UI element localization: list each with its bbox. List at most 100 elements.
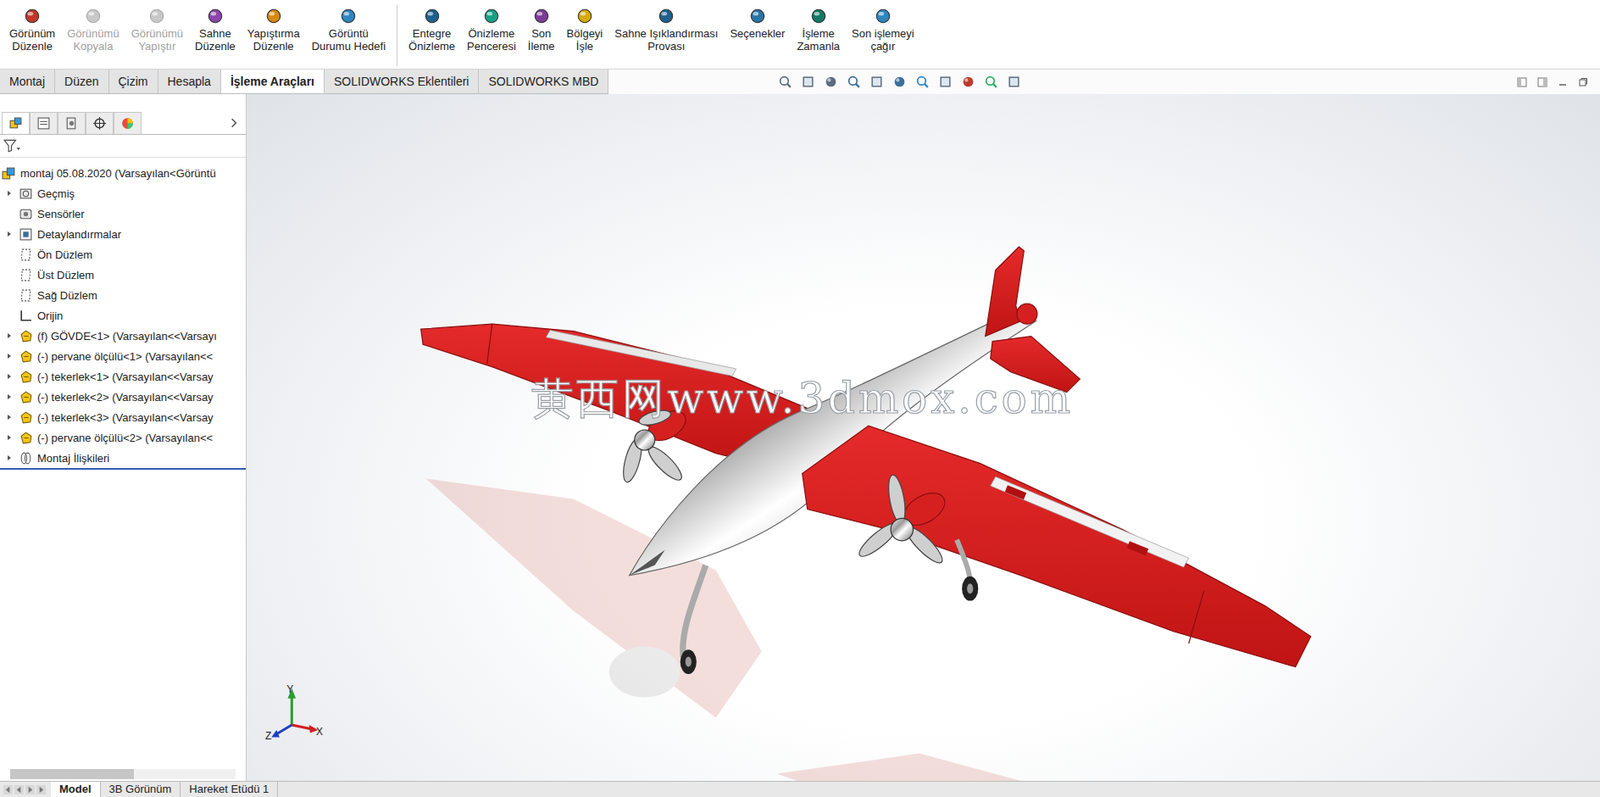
expand-arrow-icon[interactable] bbox=[5, 433, 13, 441]
tab-nav-icon[interactable] bbox=[14, 784, 24, 795]
tree-item[interactable]: (f) GÖVDE<1> (Varsayılan<<Varsayı bbox=[0, 325, 246, 346]
ribbon-button[interactable]: GörünümüKopyala bbox=[61, 5, 125, 55]
view-tool-icon[interactable] bbox=[869, 74, 884, 89]
view-tool-icon[interactable] bbox=[846, 74, 862, 89]
ribbon-button[interactable]: İşlemeZamanla bbox=[790, 5, 846, 55]
view-tool-icon[interactable] bbox=[777, 74, 793, 89]
tab-nav-icon[interactable] bbox=[25, 784, 35, 795]
restore-icon[interactable] bbox=[1577, 77, 1589, 88]
plane-icon bbox=[18, 288, 34, 303]
tree-item[interactable]: (-) pervane ölçülü<1> (Varsayılan<< bbox=[0, 345, 246, 367]
ribbon-button[interactable]: EntegreÖnizleme bbox=[402, 5, 462, 55]
tree-item[interactable]: Sensörler bbox=[0, 203, 246, 224]
ribbon-button[interactable]: SahneDüzenle bbox=[188, 5, 242, 55]
expand-arrow-icon[interactable] bbox=[5, 393, 13, 400]
expand-arrow-icon[interactable] bbox=[5, 230, 13, 238]
view-tool-icon[interactable] bbox=[983, 74, 999, 89]
tab-nav-icon[interactable] bbox=[36, 784, 46, 795]
tab-nav-icon[interactable] bbox=[3, 784, 13, 795]
tree-item[interactable]: Detaylandırmalar bbox=[0, 223, 246, 245]
ribbon-button[interactable]: Sahne IşıklandırmasıProvası bbox=[608, 5, 724, 55]
ribbon-button[interactable]: GörüntüDurumu Hedefi bbox=[305, 5, 392, 55]
view-tool-icon[interactable] bbox=[1006, 74, 1022, 89]
view-tool-icon[interactable] bbox=[961, 74, 976, 89]
tool-icon bbox=[205, 6, 225, 26]
tree-item[interactable]: (-) tekerlek<3> (Varsayılan<<Varsay bbox=[0, 406, 246, 428]
command-tab[interactable]: SOLIDWORKS Eklentileri bbox=[324, 69, 479, 94]
expand-arrow-icon[interactable] bbox=[5, 352, 13, 360]
minimize-icon[interactable] bbox=[1557, 77, 1568, 88]
bottom-tabs: Model3B GörünümHareket Etüdü 1 bbox=[0, 780, 1600, 797]
command-tab[interactable]: SOLIDWORKS MBD bbox=[478, 69, 609, 94]
plane-icon bbox=[18, 247, 34, 262]
tree-item[interactable]: Geçmiş bbox=[0, 183, 246, 204]
ribbon-button[interactable]: Sonİleme bbox=[522, 5, 562, 55]
tile-icon[interactable] bbox=[1516, 77, 1528, 88]
airplane-model[interactable]: YXZ黄西网www.3dmox.com bbox=[246, 94, 1600, 781]
tree-item[interactable]: (-) pervane ölçülü<2> (Varsayılan<< bbox=[0, 427, 246, 448]
ribbon-button[interactable]: Son işlemeyiçağır bbox=[845, 5, 921, 55]
expand-arrow-icon[interactable] bbox=[5, 332, 13, 339]
bottom-tab[interactable]: Model bbox=[50, 781, 101, 797]
tree-item[interactable]: Orijin bbox=[0, 305, 246, 326]
tree-root[interactable]: montaj 05.08.2020 (Varsayılan<Görüntü bbox=[0, 162, 246, 184]
x-axis-label: X bbox=[316, 725, 323, 738]
expand-arrow-icon[interactable] bbox=[5, 413, 13, 421]
ribbon-button[interactable]: Bölgeyiİşle bbox=[561, 5, 610, 55]
expand-arrow-icon[interactable] bbox=[5, 189, 13, 197]
feature-manager: montaj 05.08.2020 (Varsayılan<Görüntü Ge… bbox=[0, 94, 247, 781]
tree-item[interactable]: Montaj İlişkileri bbox=[0, 447, 246, 470]
right-engine bbox=[855, 473, 950, 567]
plane-icon bbox=[18, 267, 34, 283]
view-tool-icon[interactable] bbox=[823, 74, 839, 89]
view-tool-icon[interactable] bbox=[938, 74, 953, 89]
expand-arrow-icon[interactable] bbox=[5, 372, 13, 380]
tile-right-icon[interactable] bbox=[1537, 77, 1548, 88]
expand-arrow-icon[interactable] bbox=[5, 454, 13, 462]
ribbon-button[interactable]: YapıştırmaDüzenle bbox=[241, 5, 306, 55]
ribbon-button[interactable]: GörünümDüzenle bbox=[3, 5, 62, 55]
tool-icon bbox=[748, 6, 767, 26]
tool-icon bbox=[873, 6, 893, 26]
window-buttons bbox=[1516, 69, 1600, 95]
command-tabs: MontajDüzenÇizimHesaplaİşleme AraçlarıSO… bbox=[0, 69, 1600, 95]
view-tool-icon[interactable] bbox=[892, 74, 907, 89]
command-tab[interactable]: Düzen bbox=[55, 69, 109, 94]
part-icon bbox=[18, 410, 34, 425]
panel-tab[interactable] bbox=[113, 111, 142, 134]
tree-item[interactable]: Üst Düzlem bbox=[0, 264, 246, 285]
tree-item[interactable]: Sağ Düzlem bbox=[0, 284, 246, 306]
mates-icon bbox=[18, 450, 34, 466]
panel-tab[interactable] bbox=[57, 111, 86, 134]
view-tool-icon[interactable] bbox=[800, 74, 816, 89]
panel-tab[interactable] bbox=[85, 111, 114, 134]
tree-item[interactable]: (-) tekerlek<2> (Varsayılan<<Varsay bbox=[0, 386, 246, 407]
tree-item[interactable]: (-) tekerlek<1> (Varsayılan<<Varsay bbox=[0, 366, 246, 387]
view-toolbar bbox=[777, 69, 1022, 95]
axis-triad: YXZ bbox=[265, 683, 323, 742]
panel-tab[interactable] bbox=[1, 111, 30, 134]
tree-item[interactable]: Ön Düzlem bbox=[0, 244, 246, 265]
part-icon bbox=[18, 389, 34, 405]
command-tab[interactable]: Montaj bbox=[0, 69, 56, 94]
scroll-thumb[interactable] bbox=[10, 768, 134, 779]
panel-tab[interactable] bbox=[29, 111, 58, 134]
solidworks-window: GörünümDüzenle GörünümüKopyala GörünümüY… bbox=[0, 0, 1600, 797]
chevron-right-icon[interactable] bbox=[228, 117, 239, 128]
graphics-area[interactable]: YXZ黄西网www.3dmox.com bbox=[246, 94, 1600, 781]
bottom-tab[interactable]: 3B Görünüm bbox=[100, 781, 182, 797]
assembly-icon bbox=[1, 166, 17, 181]
ribbon-button[interactable]: GörünümüYapıştır bbox=[125, 5, 189, 55]
command-tab[interactable]: Çizim bbox=[109, 69, 159, 94]
panel-tab-icon bbox=[120, 116, 135, 131]
panel-scrollbar[interactable] bbox=[10, 768, 236, 779]
command-tab[interactable]: İşleme Araçları bbox=[221, 69, 325, 94]
tool-icon bbox=[809, 6, 828, 26]
ribbon-button[interactable]: ÖnizlemePenceresi bbox=[461, 5, 523, 55]
ribbon-button[interactable]: Seçenekler bbox=[723, 5, 791, 42]
command-tab[interactable]: Hesapla bbox=[158, 69, 222, 94]
view-tool-icon[interactable] bbox=[915, 74, 930, 89]
tree-filter[interactable] bbox=[0, 134, 246, 158]
bottom-tab[interactable]: Hareket Etüdü 1 bbox=[180, 781, 278, 797]
tool-icon bbox=[338, 6, 358, 26]
